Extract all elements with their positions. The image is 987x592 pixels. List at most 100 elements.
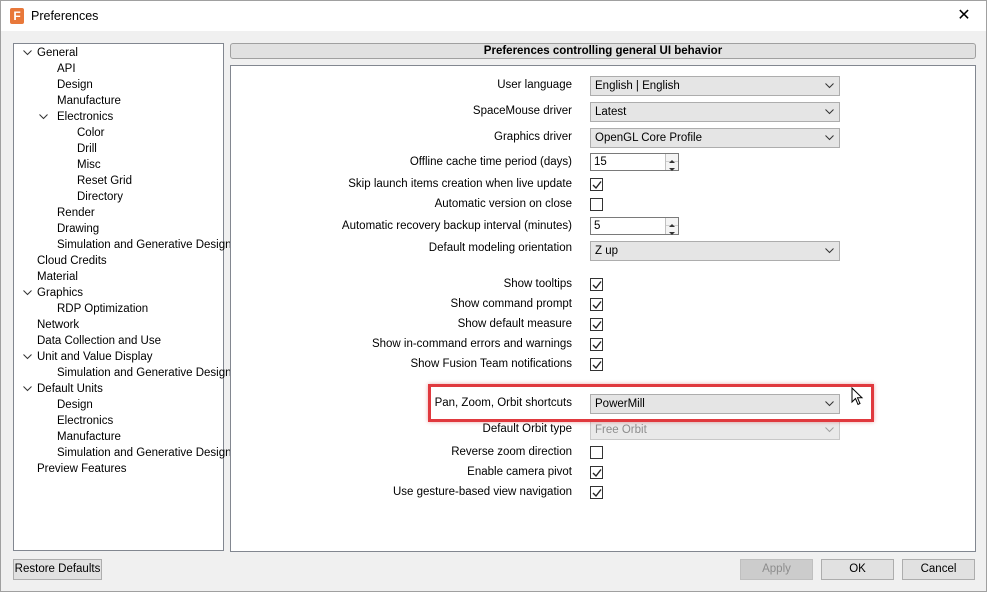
tree-item-label: Graphics xyxy=(37,287,84,299)
spacemouse-driver-dropdown[interactable]: Latest xyxy=(590,102,840,122)
ok-button[interactable]: OK xyxy=(821,559,894,580)
tree-item-design[interactable]: Design xyxy=(57,397,93,413)
tree-item-electronics[interactable]: Electronics xyxy=(57,413,113,429)
tree-item-cloud-credits[interactable]: Cloud Credits xyxy=(37,253,107,269)
show-command-prompt-checkbox[interactable] xyxy=(590,298,603,311)
tree-item-simulation-generative[interactable]: Simulation and Generative Design xyxy=(57,237,232,253)
graphics-driver-label: Graphics driver xyxy=(494,131,572,143)
offline-cache-label: Offline cache time period (days) xyxy=(409,156,572,168)
preferences-dialog: F Preferences ✕ General API Design Manuf… xyxy=(0,0,987,592)
tree-item-data-collection[interactable]: Data Collection and Use xyxy=(37,333,161,349)
tree-item-label: Network xyxy=(37,319,80,331)
tree-item-label: Data Collection and Use xyxy=(37,335,162,347)
tree-item-default-units[interactable]: Default Units xyxy=(22,381,103,397)
tree-item-misc[interactable]: Misc xyxy=(77,157,101,173)
tree-item-label: Electronics xyxy=(57,415,114,427)
chevron-down-icon xyxy=(825,248,834,254)
spin-up-button[interactable] xyxy=(666,154,678,163)
chevron-down-icon[interactable] xyxy=(22,45,32,61)
tree-item-label: Drawing xyxy=(57,223,100,235)
tree-item-label: Default Units xyxy=(37,383,103,395)
tree-item-label: Reset Grid xyxy=(77,175,132,187)
tree-item-label: Unit and Value Display xyxy=(37,351,153,363)
tree-item-material[interactable]: Material xyxy=(37,269,78,285)
dialog-title: Preferences xyxy=(31,9,99,23)
tree-item-design[interactable]: Design xyxy=(57,77,93,93)
tree-item-electronics[interactable]: Electronics xyxy=(38,109,113,125)
spin-down-button[interactable] xyxy=(666,226,678,235)
default-orbit-dropdown: Free Orbit xyxy=(590,420,840,440)
close-button[interactable]: ✕ xyxy=(942,1,986,31)
restore-defaults-button[interactable]: Restore Defaults xyxy=(13,559,102,580)
default-orientation-dropdown[interactable]: Z up xyxy=(590,241,840,261)
tree-item-preview-features[interactable]: Preview Features xyxy=(37,461,126,477)
reverse-zoom-label: Reverse zoom direction xyxy=(451,446,572,458)
tree-item-color[interactable]: Color xyxy=(77,125,104,141)
dropdown-value: Latest xyxy=(595,106,627,118)
spin-up-button[interactable] xyxy=(666,218,678,227)
graphics-driver-dropdown[interactable]: OpenGL Core Profile xyxy=(590,128,840,148)
preferences-tree[interactable]: General API Design Manufacture Electroni… xyxy=(13,43,232,551)
tree-item-reset-grid[interactable]: Reset Grid xyxy=(77,173,132,189)
auto-version-checkbox[interactable] xyxy=(590,198,603,211)
tree-item-rdp-optimization[interactable]: RDP Optimization xyxy=(57,301,148,317)
checkmark-icon xyxy=(592,301,602,310)
tree-item-graphics[interactable]: Graphics xyxy=(22,285,83,301)
show-fusion-team-label: Show Fusion Team notifications xyxy=(410,358,572,370)
tree-item-label: Drill xyxy=(77,143,97,155)
tree-item-directory[interactable]: Directory xyxy=(77,189,123,205)
tree-item-label: Design xyxy=(57,399,93,411)
gesture-nav-checkbox[interactable] xyxy=(590,486,603,499)
caret-down-icon xyxy=(669,232,675,235)
chevron-down-icon[interactable] xyxy=(22,381,32,397)
auto-version-label: Automatic version on close xyxy=(434,198,572,210)
chevron-down-icon[interactable] xyxy=(22,285,32,301)
tree-item-network[interactable]: Network xyxy=(37,317,79,333)
tree-item-manufacture[interactable]: Manufacture xyxy=(57,93,121,109)
tree-item-api[interactable]: API xyxy=(57,61,76,77)
tree-item-drawing[interactable]: Drawing xyxy=(57,221,99,237)
tree-item-label: Simulation and Generative Design xyxy=(57,447,232,459)
cancel-button[interactable]: Cancel xyxy=(902,559,975,580)
mouse-cursor-icon xyxy=(851,387,864,406)
skip-launch-checkbox[interactable] xyxy=(590,178,603,191)
tree-item-simulation-generative[interactable]: Simulation and Generative Design xyxy=(57,445,232,461)
chevron-down-icon[interactable] xyxy=(22,349,32,365)
show-tooltips-checkbox[interactable] xyxy=(590,278,603,291)
spinbox-value: 5 xyxy=(594,220,601,232)
user-language-dropdown[interactable]: English | English xyxy=(590,76,840,96)
spin-down-button[interactable] xyxy=(666,162,678,171)
skip-launch-label: Skip launch items creation when live upd… xyxy=(348,178,572,190)
tree-item-manufacture[interactable]: Manufacture xyxy=(57,429,121,445)
chevron-down-icon xyxy=(825,427,834,433)
offline-cache-spinbox[interactable]: 15 xyxy=(590,153,679,171)
user-language-label: User language xyxy=(497,79,572,91)
tree-item-general[interactable]: General xyxy=(22,45,78,61)
reverse-zoom-checkbox[interactable] xyxy=(590,446,603,459)
show-fusion-team-checkbox[interactable] xyxy=(590,358,603,371)
tree-item-unit-value-display[interactable]: Unit and Value Display xyxy=(22,349,153,365)
auto-recovery-label: Automatic recovery backup interval (minu… xyxy=(341,220,572,232)
section-header: Preferences controlling general UI behav… xyxy=(230,43,976,59)
title-bar: F Preferences ✕ xyxy=(1,1,986,31)
camera-pivot-checkbox[interactable] xyxy=(590,466,603,479)
camera-pivot-label: Enable camera pivot xyxy=(467,466,572,478)
checkmark-icon xyxy=(592,469,602,478)
dropdown-value: Free Orbit xyxy=(595,424,647,436)
chevron-down-icon xyxy=(825,83,834,89)
default-orbit-label: Default Orbit type xyxy=(482,423,572,435)
tree-item-render[interactable]: Render xyxy=(57,205,95,221)
checkmark-icon xyxy=(592,361,602,370)
tree-item-label: Design xyxy=(57,79,93,91)
show-errors-checkbox[interactable] xyxy=(590,338,603,351)
auto-recovery-spinbox[interactable]: 5 xyxy=(590,217,679,235)
checkmark-icon xyxy=(592,281,602,290)
tree-item-label: API xyxy=(57,63,76,75)
tree-item-simulation-generative[interactable]: Simulation and Generative Design xyxy=(57,365,232,381)
show-errors-label: Show in-command errors and warnings xyxy=(371,338,572,350)
chevron-down-icon[interactable] xyxy=(38,109,48,125)
tree-item-drill[interactable]: Drill xyxy=(77,141,97,157)
show-default-measure-checkbox[interactable] xyxy=(590,318,603,331)
tree-item-label: Simulation and Generative Design xyxy=(57,367,232,379)
tree-item-label: Preview Features xyxy=(37,463,127,475)
